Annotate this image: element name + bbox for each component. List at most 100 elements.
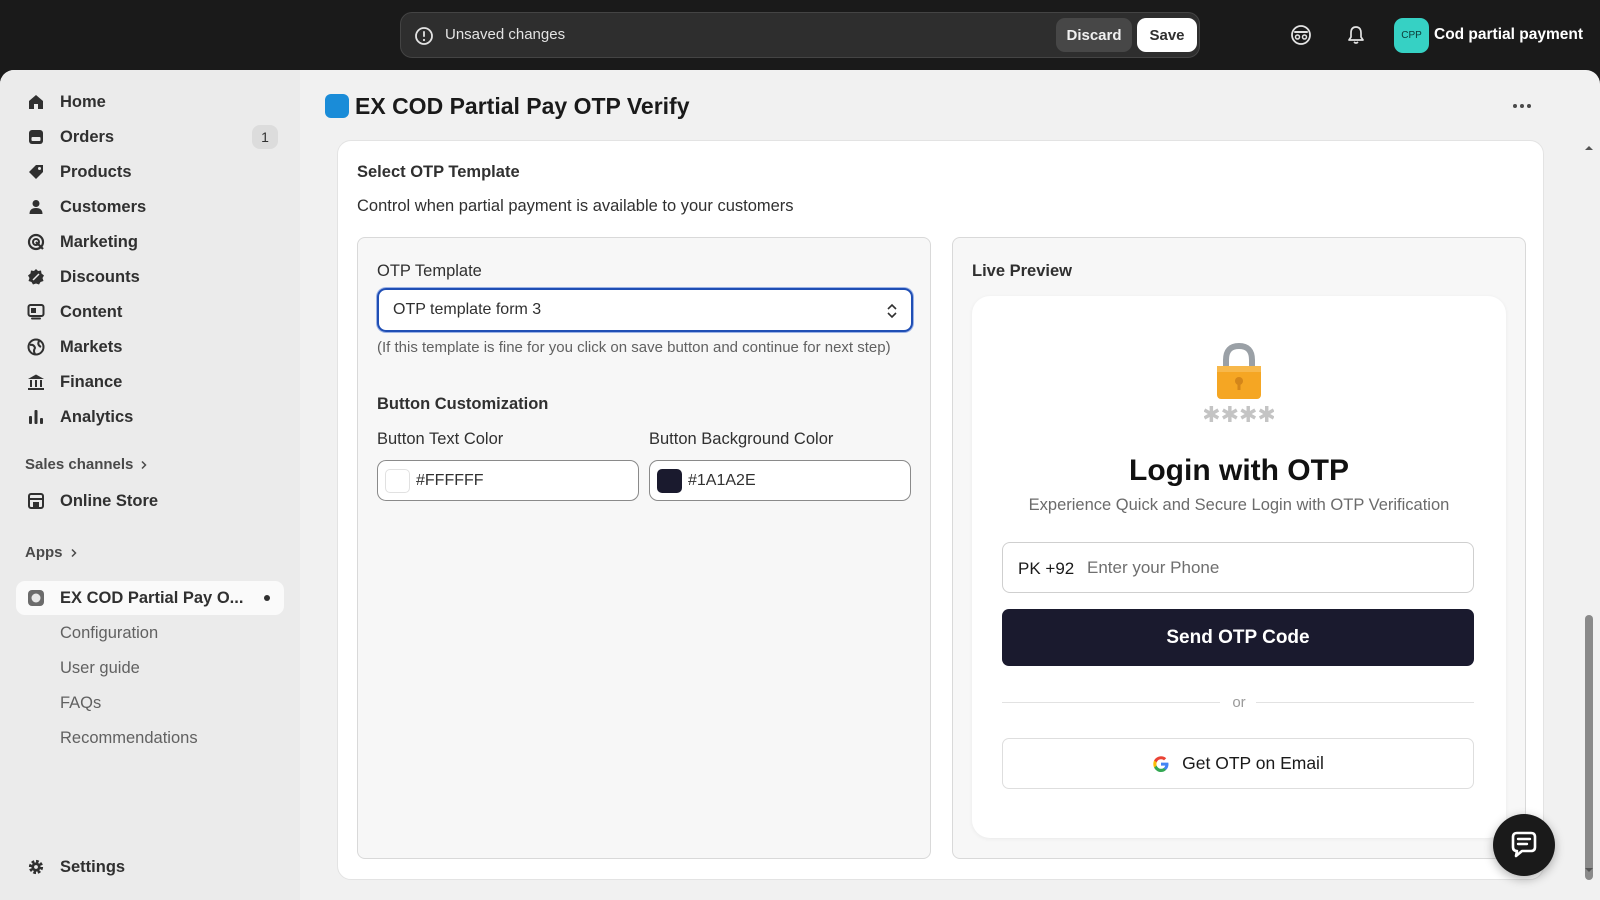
sidebar-item-label: Customers (60, 198, 147, 216)
otp-template-card: Select OTP Template Control when partial… (337, 140, 1544, 880)
apps-header[interactable]: Apps (25, 544, 79, 561)
sidebar-item-label: FAQs (60, 694, 102, 712)
main-content: EX COD Partial Pay OTP Verify Select OTP… (300, 70, 1600, 900)
sidebar-item-label: Products (60, 163, 132, 181)
scroll-down-icon[interactable] (1585, 866, 1593, 874)
otp-template-label: OTP Template (377, 262, 482, 280)
app-logo-icon (325, 94, 349, 118)
sidebar-item-label: Orders (60, 128, 115, 146)
svg-text:✱✱✱✱: ✱✱✱✱ (1204, 403, 1274, 426)
sidebar-item-content[interactable]: Content (16, 295, 284, 329)
sidebar-item-label: Home (60, 93, 106, 111)
sidebar-item-label: User guide (60, 659, 140, 677)
sidebar-item-home[interactable]: Home (16, 85, 284, 119)
card-subtitle: Control when partial payment is availabl… (357, 197, 794, 215)
main-scrollbar[interactable] (1582, 140, 1596, 880)
app-icon (28, 590, 44, 606)
sidebar-item-settings[interactable]: Settings (16, 850, 284, 884)
country-code[interactable]: PK +92 (1018, 559, 1074, 579)
chevron-right-icon (70, 548, 77, 557)
sidebar-item-online-store[interactable]: Online Store (16, 484, 284, 518)
button-customization-heading: Button Customization (377, 395, 549, 413)
orders-count-badge: 1 (252, 125, 278, 149)
scroll-thumb[interactable] (1585, 615, 1593, 880)
sales-channels-label: Sales channels (25, 456, 134, 473)
text-color-field[interactable]: #FFFFFF (377, 460, 639, 501)
phone-input[interactable] (1087, 549, 1457, 587)
text-color-label: Button Text Color (377, 430, 504, 448)
sidebar-item-finance[interactable]: Finance (16, 365, 284, 399)
text-color-value: #FFFFFF (416, 472, 484, 489)
sidebar-item-configuration[interactable]: Configuration (16, 616, 284, 650)
bg-color-value: #1A1A2E (688, 472, 756, 489)
store-avatar[interactable]: CPP (1394, 18, 1429, 53)
chat-icon (1511, 831, 1537, 858)
sidebar-item-app[interactable]: EX COD Partial Pay O... (16, 581, 284, 615)
sidebar-item-analytics[interactable]: Analytics (16, 400, 284, 434)
bell-icon[interactable] (1343, 22, 1369, 48)
bank-icon (28, 374, 44, 390)
home-icon (29, 95, 43, 109)
discard-button[interactable]: Discard (1056, 18, 1132, 52)
bg-color-swatch[interactable] (657, 469, 682, 493)
login-subtitle: Experience Quick and Secure Login with O… (1028, 496, 1450, 514)
page-title: EX COD Partial Pay OTP Verify (355, 93, 690, 119)
save-button[interactable]: Save (1137, 18, 1197, 52)
chat-support-button[interactable] (1493, 814, 1555, 876)
sidebar-item-user-guide[interactable]: User guide (16, 651, 284, 685)
sidebar: Home Orders 1 Products Customers Marketi… (0, 70, 300, 900)
template-settings-panel: OTP Template OTP template form 3 (If thi… (357, 237, 931, 859)
tag-icon (29, 165, 43, 179)
bg-color-field[interactable]: #1A1A2E (649, 460, 911, 501)
content-icon (27, 304, 45, 320)
gear-icon (28, 859, 44, 875)
person-icon (29, 200, 43, 214)
sidebar-item-recommendations[interactable]: Recommendations (16, 721, 284, 755)
orders-icon (29, 130, 43, 144)
otp-template-value: OTP template form 3 (393, 301, 542, 318)
divider-right (1256, 702, 1474, 703)
alert-circle-icon (415, 27, 433, 45)
incognito-icon[interactable] (1288, 22, 1314, 48)
lock-icon: ✱✱✱✱ (1204, 342, 1274, 426)
sidebar-item-label: Content (60, 303, 123, 321)
otp-preview-card: ✱✱✱✱ Login with OTP Experience Quick and… (972, 296, 1506, 838)
sidebar-item-label: Markets (60, 338, 123, 356)
unsaved-changes-bar: Unsaved changes Discard Save (400, 12, 1200, 58)
sidebar-item-label: Settings (60, 858, 126, 876)
sidebar-item-label: Recommendations (60, 729, 198, 747)
sidebar-item-label: Marketing (60, 233, 138, 251)
sidebar-item-discounts[interactable]: Discounts (16, 260, 284, 294)
sidebar-item-label: EX COD Partial Pay O... (60, 589, 244, 607)
more-actions-icon[interactable] (1508, 96, 1536, 116)
sidebar-item-label: Analytics (60, 408, 134, 426)
bg-color-label: Button Background Color (649, 430, 834, 448)
scroll-up-icon[interactable] (1585, 144, 1593, 152)
store-name[interactable]: Cod partial payment (1434, 26, 1583, 44)
sidebar-item-label: Discounts (60, 268, 140, 286)
text-color-swatch[interactable] (385, 469, 410, 493)
sidebar-item-products[interactable]: Products (16, 155, 284, 189)
phone-field[interactable]: PK +92 (1002, 542, 1474, 593)
sidebar-item-label: Configuration (60, 624, 159, 642)
sales-channels-header[interactable]: Sales channels (25, 456, 149, 473)
live-preview-panel: Live Preview ✱✱✱✱ Login with OTP Experie… (952, 237, 1526, 859)
sidebar-item-orders[interactable]: Orders 1 (16, 120, 284, 154)
app-frame: Home Orders 1 Products Customers Marketi… (0, 70, 1600, 900)
sidebar-item-markets[interactable]: Markets (16, 330, 284, 364)
send-otp-button[interactable]: Send OTP Code (1002, 609, 1474, 666)
otp-template-help: (If this template is fine for you click … (377, 339, 891, 356)
sidebar-item-customers[interactable]: Customers (16, 190, 284, 224)
otp-template-select[interactable]: OTP template form 3 (377, 288, 913, 332)
google-icon (1153, 755, 1169, 772)
sidebar-item-marketing[interactable]: Marketing (16, 225, 284, 259)
login-title: Login with OTP (1129, 454, 1349, 487)
apps-label: Apps (25, 544, 63, 561)
get-otp-email-button[interactable]: Get OTP on Email (1002, 738, 1474, 789)
pin-dot (264, 595, 270, 601)
sidebar-item-faqs[interactable]: FAQs (16, 686, 284, 720)
unsaved-changes-text: Unsaved changes (445, 26, 566, 43)
chart-bar-icon (29, 410, 43, 424)
store-icon (28, 493, 44, 509)
card-title: Select OTP Template (357, 163, 520, 181)
